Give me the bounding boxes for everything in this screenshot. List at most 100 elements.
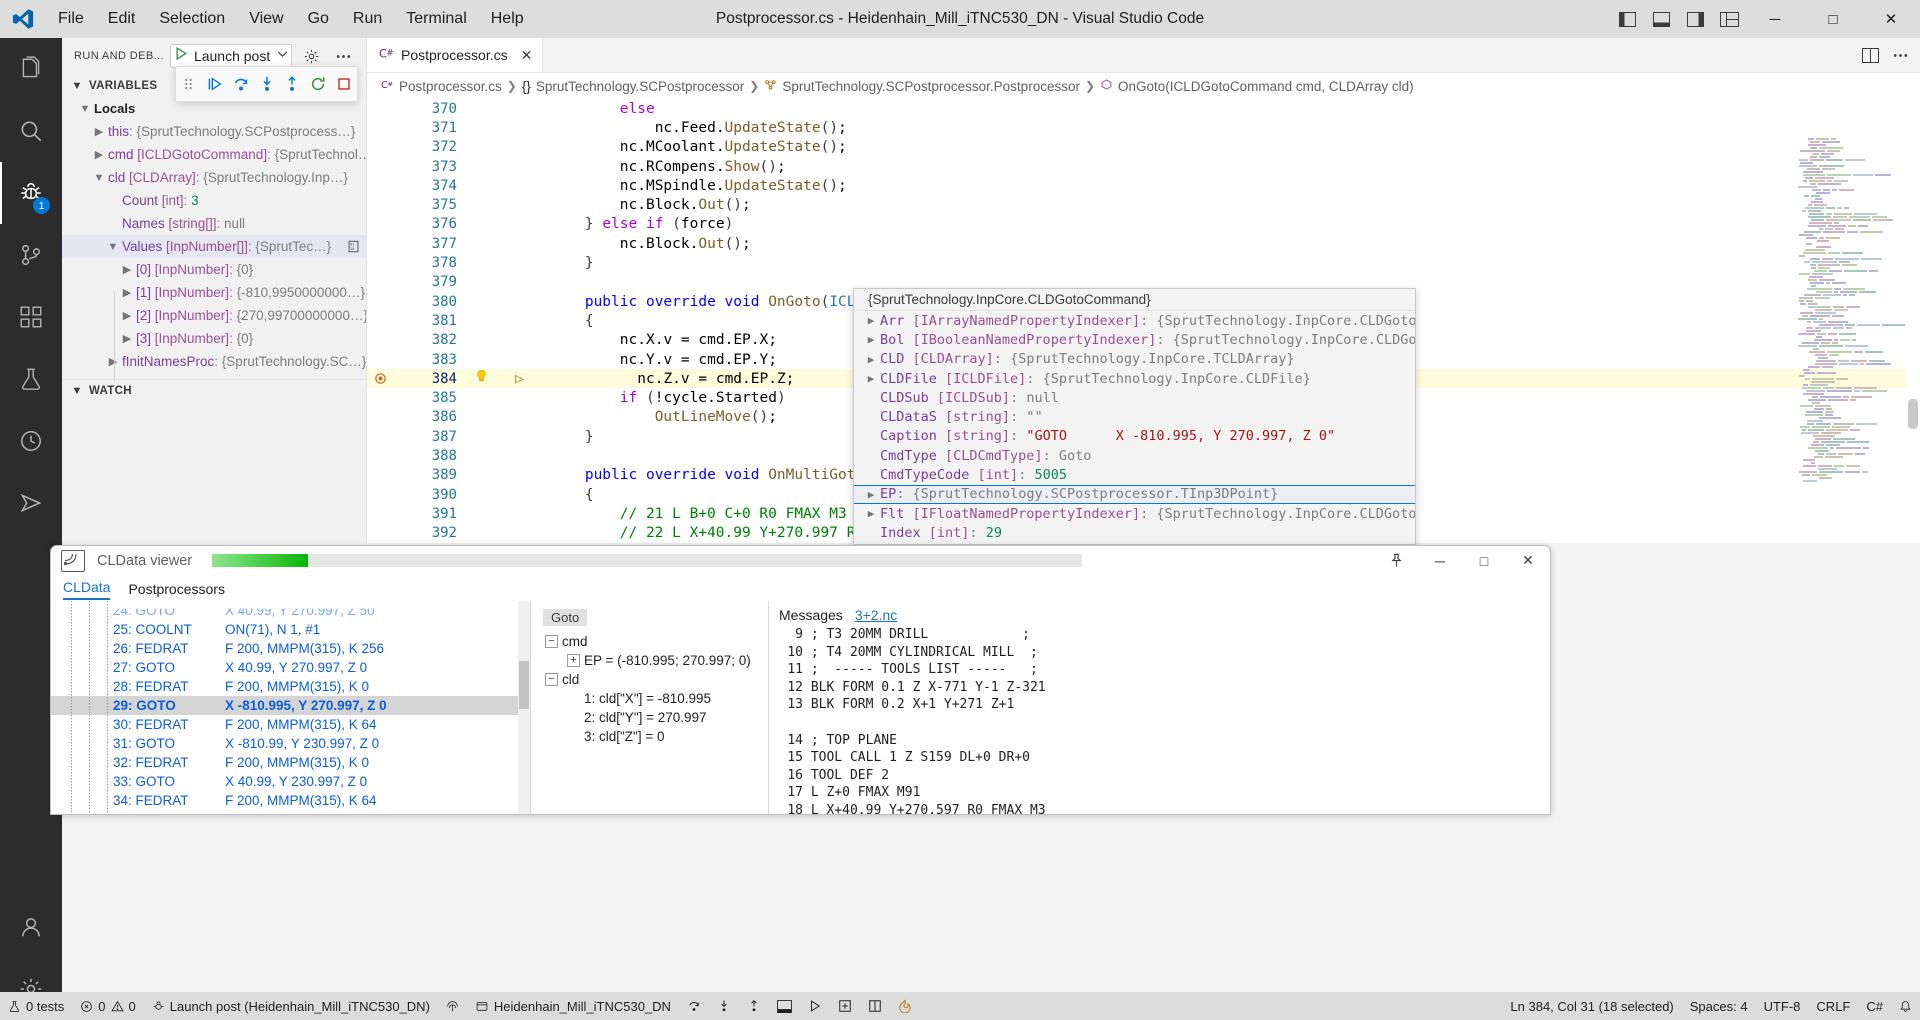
status-radar[interactable] (438, 992, 467, 1020)
activity-gitlens[interactable] (0, 410, 62, 472)
twisty-icon[interactable]: ▶ (118, 332, 136, 345)
cldata-row[interactable]: 26: FEDRATF 200, MMPM(315), K 256 (51, 639, 530, 658)
maximize-button[interactable]: □ (1804, 0, 1862, 38)
menu-edit[interactable]: Edit (96, 5, 148, 33)
cld-minimize-button[interactable]: ─ (1418, 546, 1462, 575)
tree-expander-icon[interactable]: − (545, 635, 558, 648)
debug-toolbar[interactable] (175, 66, 358, 102)
hover-variable-row[interactable]: CLDataS [string]: "" (854, 407, 1415, 426)
twisty-icon[interactable]: ▶ (90, 148, 108, 161)
status-hot-reload[interactable] (890, 992, 920, 1020)
activity-accounts[interactable] (0, 896, 62, 958)
variable-row[interactable]: ▶this: {SprutTechnology.SCPostprocess…} (62, 120, 366, 143)
status-solution[interactable]: Heidenhain_Mill_iTNC530_DN (467, 992, 679, 1020)
tree-expander-icon[interactable]: − (545, 673, 558, 686)
breakpoint-gutter[interactable] (367, 372, 393, 385)
status-run[interactable] (800, 992, 830, 1020)
menu-go[interactable]: Go (296, 5, 341, 33)
hover-variable-row[interactable]: Caption [string]: "GOTO X -810.995, Y 27… (854, 427, 1415, 446)
cldata-row[interactable]: 28: FEDRATF 200, MMPM(315), K 0 (51, 677, 530, 696)
close-icon[interactable]: ✕ (515, 47, 533, 64)
code-line[interactable]: 377 nc.Block.Out(); (367, 234, 1920, 253)
cldata-row[interactable]: 24: GOTOX 40.99, Y 270.997, Z 50 (51, 601, 530, 620)
cld-close-button[interactable]: ✕ (1506, 546, 1550, 575)
tree-node[interactable]: 1: cld["X"] = -810.995 (531, 689, 768, 708)
toggle-primary-sidebar-icon[interactable] (1610, 0, 1644, 38)
twisty-icon[interactable]: ▶ (862, 372, 880, 385)
menu-help[interactable]: Help (479, 5, 536, 33)
cldata-row[interactable]: 34: FEDRATF 200, MMPM(315), K 64 (51, 791, 530, 810)
status-cursor-position[interactable]: Ln 384, Col 31 (18 selected) (1502, 992, 1681, 1020)
tab-cldata[interactable]: CLData (63, 579, 110, 600)
code-line[interactable]: 378 } (367, 253, 1920, 272)
menu-terminal[interactable]: Terminal (394, 5, 478, 33)
cld-maximize-button[interactable]: □ (1462, 546, 1506, 575)
scrollbar-thumb[interactable] (519, 661, 529, 709)
cldata-row-selected[interactable]: 29: GOTOX -810.995, Y 270.997, Z 0 (51, 696, 530, 715)
activity-run-and-debug[interactable]: 1 (0, 162, 62, 224)
hover-variable-row[interactable]: ▶EP: {SprutTechnology.SCPostprocessor.TI… (854, 485, 1415, 504)
cldata-row[interactable]: 33: GOTOX 40.99, Y 230.997, Z 0 (51, 772, 530, 791)
cldata-row[interactable]: 30: FEDRATF 200, MMPM(315), K 64 (51, 715, 530, 734)
status-panel-toggle[interactable] (769, 992, 800, 1020)
cldata-tabs[interactable]: CLData Postprocessors (51, 575, 1550, 600)
status-add[interactable] (830, 992, 860, 1020)
variable-row[interactable]: ▶[1] [InpNumber]: {-810,9950000000…} (62, 281, 366, 304)
hover-variable-row[interactable]: ▶Bol [IBooleanNamedPropertyIndexer]: {Sp… (854, 330, 1415, 349)
scrollbar-thumb[interactable] (1908, 399, 1918, 429)
variable-row[interactable]: Names [string[]]: null (62, 212, 366, 235)
activity-extensions[interactable] (0, 286, 62, 348)
code-line[interactable]: 374 nc.MSpindle.UpdateState(); (367, 176, 1920, 195)
activity-search[interactable] (0, 100, 62, 162)
hover-variable-row[interactable]: ▶Arr [IArrayNamedPropertyIndexer]: {Spru… (854, 311, 1415, 330)
hover-variable-row[interactable]: ▶CLDFile [ICLDFile]: {SprutTechnology.In… (854, 369, 1415, 388)
status-indentation[interactable]: Spaces: 4 (1682, 992, 1756, 1020)
breadcrumb-class[interactable]: SprutTechnology.SCPostprocessor.Postproc… (764, 78, 1080, 94)
launch-config-dropdown[interactable]: Launch post (170, 44, 292, 68)
minimize-button[interactable]: ─ (1746, 0, 1804, 38)
variable-row[interactable]: Count [int]: 3 (62, 189, 366, 212)
menu-selection[interactable]: Selection (147, 5, 237, 33)
activity-testing[interactable] (0, 348, 62, 410)
twisty-icon[interactable]: ▶ (862, 314, 880, 327)
twisty-icon[interactable]: ▶ (90, 125, 108, 138)
cldata-row[interactable]: 35: GOTOX 40.99, Y 190.997, Z 0 (51, 810, 530, 814)
code-line[interactable]: 372 nc.MCoolant.UpdateState(); (367, 138, 1920, 157)
tree-node[interactable]: −cld (531, 670, 768, 689)
cldata-row[interactable]: 32: FEDRATF 200, MMPM(315), K 0 (51, 753, 530, 772)
tree-node[interactable]: 3: cld["Z"] = 0 (531, 727, 768, 746)
variable-row[interactable]: ▼cld [CLDArray]: {SprutTechnology.Inp…} (62, 166, 366, 189)
editor-more-actions-icon[interactable] (1886, 40, 1914, 70)
hover-variable-row[interactable]: ▶CLD [CLDArray]: {SprutTechnology.InpCor… (854, 350, 1415, 369)
tab-postprocessor-cs[interactable]: C# Postprocessor.cs ✕ (367, 38, 543, 72)
copy-value-icon[interactable]: 0110 (347, 240, 366, 253)
status-split[interactable] (860, 992, 890, 1020)
editor-scrollbar[interactable] (1906, 99, 1920, 543)
activity-remote[interactable] (0, 472, 62, 534)
section-watch[interactable]: ▼ WATCH (62, 379, 366, 402)
cldata-row[interactable]: 27: GOTOX 40.99, Y 270.997, Z 0 (51, 658, 530, 677)
status-language-mode[interactable]: C# (1858, 992, 1891, 1020)
twisty-icon[interactable]: ▶ (118, 263, 136, 276)
start-debug-icon[interactable] (175, 47, 188, 65)
twisty-icon[interactable]: ▶ (862, 333, 880, 346)
status-notifications-bell-icon[interactable] (1891, 992, 1920, 1020)
code-line[interactable]: 375 nc.Block.Out(); (367, 195, 1920, 214)
breadcrumb-namespace[interactable]: {} SprutTechnology.SCPostprocessor (522, 79, 744, 94)
menu-bar[interactable]: File Edit Selection View Go Run Terminal… (46, 0, 536, 38)
cldata-viewer-window[interactable]: CLData viewer ─ □ ✕ CLData Postprocessor… (50, 545, 1551, 815)
status-debug-continue[interactable] (679, 992, 709, 1020)
status-encoding[interactable]: UTF-8 (1756, 992, 1809, 1020)
status-problems[interactable]: 0 0 (72, 992, 143, 1020)
variable-row[interactable]: ▶[2] [InpNumber]: {270,99700000000…} (62, 304, 366, 327)
twisty-icon[interactable]: ▶ (104, 355, 122, 368)
status-tests[interactable]: 0 tests (0, 992, 72, 1020)
code-line[interactable]: 370 else (367, 99, 1920, 118)
drag-handle-icon[interactable] (176, 67, 202, 101)
cldata-command-list[interactable]: 24: GOTOX 40.99, Y 270.997, Z 5025: COOL… (51, 601, 531, 814)
twisty-icon[interactable]: ▶ (118, 309, 136, 322)
step-into-icon[interactable] (254, 67, 280, 101)
menu-file[interactable]: File (46, 5, 96, 33)
pin-icon[interactable] (1374, 546, 1418, 575)
twisty-icon[interactable]: ▼ (90, 172, 108, 184)
